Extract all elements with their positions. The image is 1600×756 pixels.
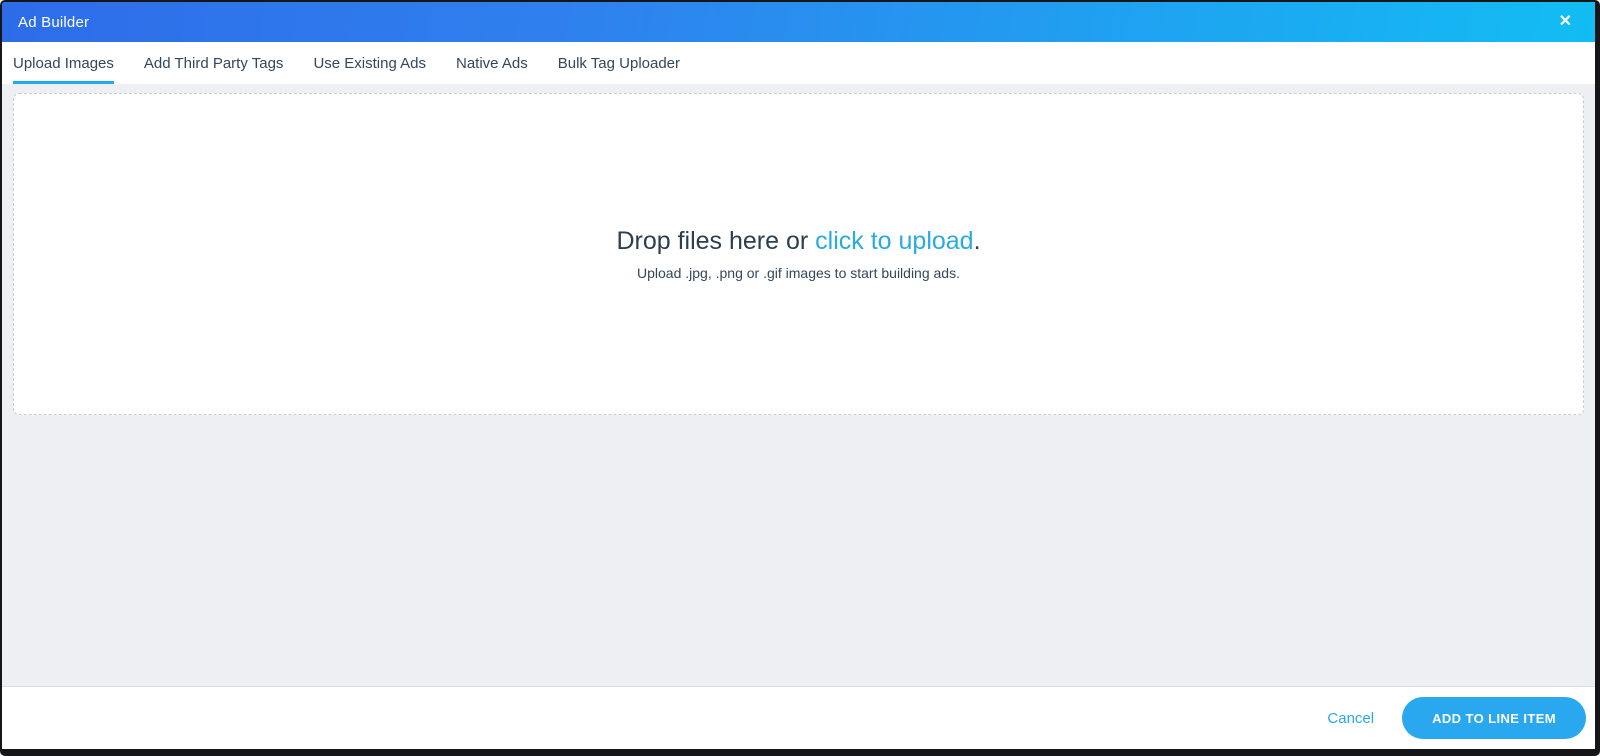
tab-native-ads[interactable]: Native Ads (456, 42, 528, 84)
modal-body: Drop files here or click to upload. Uplo… (2, 84, 1595, 686)
file-dropzone[interactable]: Drop files here or click to upload. Uplo… (13, 93, 1584, 415)
modal-footer: Cancel ADD TO LINE ITEM (2, 686, 1595, 749)
dropzone-headline: Drop files here or click to upload. (616, 227, 980, 256)
dropzone-headline-suffix: . (973, 227, 981, 255)
dropzone-headline-prefix: Drop files here or (616, 227, 816, 255)
tab-bar: Upload Images Add Third Party Tags Use E… (2, 42, 1595, 84)
click-to-upload-link[interactable]: click to upload (815, 227, 973, 255)
tab-use-existing-ads[interactable]: Use Existing Ads (313, 42, 426, 84)
page-title: Ad Builder (18, 13, 90, 31)
tab-upload-images[interactable]: Upload Images (13, 42, 114, 84)
close-icon[interactable]: ✕ (1555, 10, 1576, 34)
ad-builder-modal: Ad Builder ✕ Upload Images Add Third Par… (0, 0, 1600, 756)
cancel-button[interactable]: Cancel (1327, 710, 1374, 727)
tab-bulk-tag-uploader[interactable]: Bulk Tag Uploader (558, 42, 680, 84)
tab-add-third-party-tags[interactable]: Add Third Party Tags (144, 42, 284, 84)
modal-header: Ad Builder ✕ (2, 2, 1595, 42)
dropzone-subtext: Upload .jpg, .png or .gif images to star… (637, 265, 960, 281)
add-to-line-item-button[interactable]: ADD TO LINE ITEM (1402, 697, 1586, 739)
